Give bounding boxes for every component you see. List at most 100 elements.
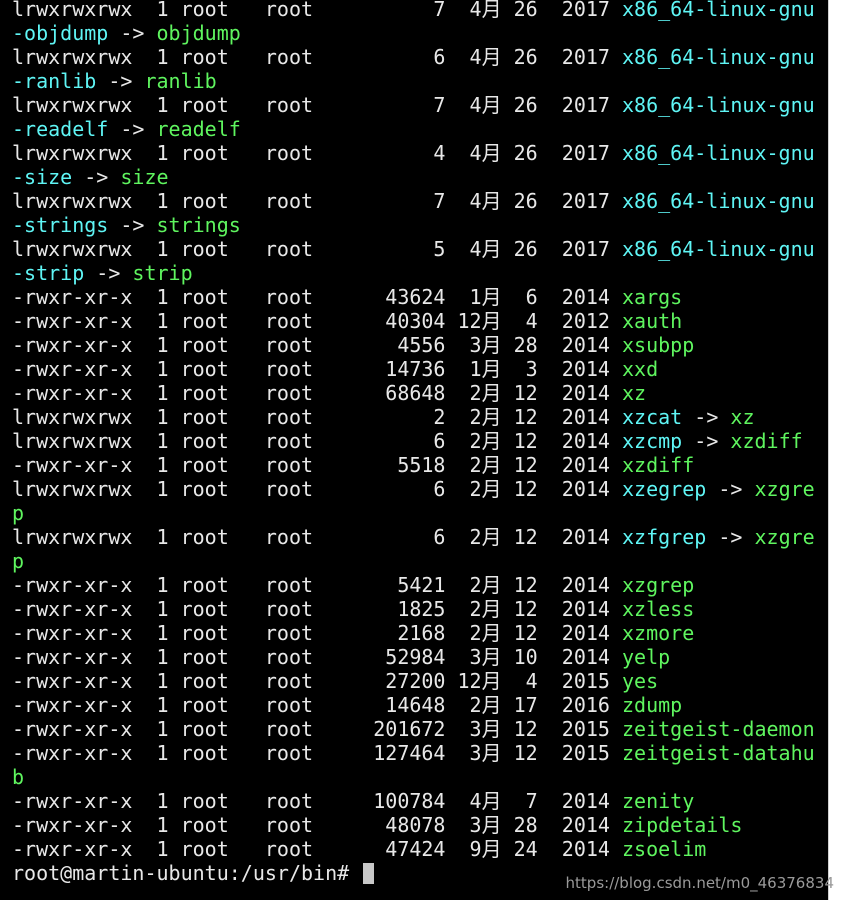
terminal-line: lrwxrwxrwx 1 root root 7 4月 26 2017 x86_… [12, 0, 815, 21]
line-segment: x86_64-linux-gnu [622, 0, 815, 21]
terminal-line: p [12, 549, 815, 573]
line-segment: lrwxrwxrwx 1 root root 4 4月 26 2017 [12, 141, 623, 165]
line-segment: strings [156, 213, 241, 237]
line-segment: -> [682, 429, 731, 453]
watermark: https://blog.csdn.net/m0_46376834 [565, 874, 834, 892]
line-segment: ranlib [144, 69, 217, 93]
line-segment: xxd [622, 357, 659, 381]
line-segment: strip [132, 261, 193, 285]
line-segment: zdump [622, 693, 683, 717]
terminal-line: -rwxr-xr-x 1 root root 40304 12月 4 2012 … [12, 309, 815, 333]
terminal-line: -rwxr-xr-x 1 root root 14648 2月 17 2016 … [12, 693, 815, 717]
terminal-line: lrwxrwxrwx 1 root root 7 4月 26 2017 x86_… [12, 93, 815, 117]
line-segment: -rwxr-xr-x 1 root root 1825 2月 12 2014 [12, 597, 623, 621]
line-segment: -> [108, 117, 157, 141]
terminal-line: -rwxr-xr-x 1 root root 14736 1月 3 2014 x… [12, 357, 815, 381]
terminal-line: -rwxr-xr-x 1 root root 48078 3月 28 2014 … [12, 813, 815, 837]
terminal-line: lrwxrwxrwx 1 root root 6 4月 26 2017 x86_… [12, 45, 815, 69]
terminal-line: lrwxrwxrwx 1 root root 4 4月 26 2017 x86_… [12, 141, 815, 165]
terminal-line: lrwxrwxrwx 1 root root 2 2月 12 2014 xzca… [12, 405, 815, 429]
line-segment: -rwxr-xr-x 1 root root 127464 3月 12 2015 [12, 741, 623, 765]
terminal-window[interactable]: lrwxrwxrwx 1 root root 7 4月 26 2017 x86_… [0, 0, 828, 900]
line-segment: xzgre [754, 477, 815, 501]
terminal-line: -rwxr-xr-x 1 root root 201672 3月 12 2015… [12, 717, 815, 741]
line-segment: xsubpp [622, 333, 695, 357]
line-segment: p [12, 501, 25, 525]
line-segment: -rwxr-xr-x 1 root root 100784 4月 7 2014 [12, 789, 623, 813]
line-segment: lrwxrwxrwx 1 root root 7 4月 26 2017 [12, 0, 623, 21]
line-segment: zeitgeist-datahu [622, 741, 815, 765]
line-segment: lrwxrwxrwx 1 root root 6 2月 12 2014 [12, 525, 623, 549]
terminal-line: lrwxrwxrwx 1 root root 7 4月 26 2017 x86_… [12, 189, 815, 213]
line-segment: objdump [156, 21, 241, 45]
terminal-line: lrwxrwxrwx 1 root root 6 2月 12 2014 xzfg… [12, 525, 815, 549]
terminal-line: -rwxr-xr-x 1 root root 2168 2月 12 2014 x… [12, 621, 815, 645]
line-segment: lrwxrwxrwx 1 root root 5 4月 26 2017 [12, 237, 623, 261]
line-segment: -rwxr-xr-x 1 root root 48078 3月 28 2014 [12, 813, 623, 837]
line-segment: xzgre [754, 525, 815, 549]
terminal-line: -rwxr-xr-x 1 root root 52984 3月 10 2014 … [12, 645, 815, 669]
line-segment: lrwxrwxrwx 1 root root 7 4月 26 2017 [12, 189, 623, 213]
terminal-line: b [12, 765, 815, 789]
terminal-line: -rwxr-xr-x 1 root root 5421 2月 12 2014 x… [12, 573, 815, 597]
terminal-line: lrwxrwxrwx 1 root root 6 2月 12 2014 xzeg… [12, 477, 815, 501]
terminal-line: -rwxr-xr-x 1 root root 1825 2月 12 2014 x… [12, 597, 815, 621]
line-segment: x86_64-linux-gnu [622, 237, 815, 261]
line-segment: zeitgeist-daemon [622, 717, 815, 741]
line-segment: xzdiff [622, 453, 695, 477]
terminal-line: -strings -> strings [12, 213, 815, 237]
text-cursor [363, 863, 375, 884]
line-segment: yes [622, 669, 659, 693]
terminal-line: -objdump -> objdump [12, 21, 815, 45]
terminal-line: -strip -> strip [12, 261, 815, 285]
terminal-line: -rwxr-xr-x 1 root root 127464 3月 12 2015… [12, 741, 815, 765]
line-segment: readelf [156, 117, 241, 141]
line-segment: -> [706, 525, 755, 549]
line-segment: zenity [622, 789, 695, 813]
line-segment: -rwxr-xr-x 1 root root 40304 12月 4 2012 [12, 309, 623, 333]
line-segment: -rwxr-xr-x 1 root root 14648 2月 17 2016 [12, 693, 623, 717]
line-segment: x86_64-linux-gnu [622, 45, 815, 69]
line-segment: p [12, 549, 25, 573]
line-segment: -> [706, 477, 755, 501]
line-segment: -rwxr-xr-x 1 root root 5518 2月 12 2014 [12, 453, 623, 477]
shell-prompt: root@martin-ubuntu:/usr/bin# [12, 861, 362, 885]
line-segment: x86_64-linux-gnu [622, 141, 815, 165]
terminal-line: -size -> size [12, 165, 815, 189]
line-segment: xargs [622, 285, 683, 309]
line-segment: -rwxr-xr-x 1 root root 47424 9月 24 2014 [12, 837, 623, 861]
terminal-line: -rwxr-xr-x 1 root root 27200 12月 4 2015 … [12, 669, 815, 693]
line-segment: -> [108, 21, 157, 45]
line-segment: yelp [622, 645, 671, 669]
line-segment: xzdiff [730, 429, 803, 453]
line-segment: -strip [12, 261, 85, 285]
line-segment: -rwxr-xr-x 1 root root 2168 2月 12 2014 [12, 621, 623, 645]
terminal-line: lrwxrwxrwx 1 root root 6 2月 12 2014 xzcm… [12, 429, 815, 453]
terminal-line: -rwxr-xr-x 1 root root 5518 2月 12 2014 x… [12, 453, 815, 477]
terminal-output: lrwxrwxrwx 1 root root 7 4月 26 2017 x86_… [12, 0, 815, 885]
line-segment: xauth [622, 309, 683, 333]
line-segment: lrwxrwxrwx 1 root root 2 2月 12 2014 [12, 405, 623, 429]
line-segment: x86_64-linux-gnu [622, 93, 815, 117]
line-segment: xzless [622, 597, 695, 621]
line-segment: -rwxr-xr-x 1 root root 201672 3月 12 2015 [12, 717, 623, 741]
line-segment: -rwxr-xr-x 1 root root 52984 3月 10 2014 [12, 645, 623, 669]
line-segment: x86_64-linux-gnu [622, 189, 815, 213]
line-segment: size [120, 165, 169, 189]
line-segment: -objdump [12, 21, 109, 45]
line-segment: -readelf [12, 117, 109, 141]
line-segment: xz [622, 381, 647, 405]
line-segment: -rwxr-xr-x 1 root root 14736 1月 3 2014 [12, 357, 623, 381]
terminal-line: -rwxr-xr-x 1 root root 68648 2月 12 2014 … [12, 381, 815, 405]
line-segment: lrwxrwxrwx 1 root root 6 4月 26 2017 [12, 45, 623, 69]
line-segment: lrwxrwxrwx 1 root root 6 2月 12 2014 [12, 429, 623, 453]
vertical-scrollbar[interactable] [828, 0, 848, 900]
line-segment: -> [682, 405, 731, 429]
terminal-line: -ranlib -> ranlib [12, 69, 815, 93]
line-segment: -rwxr-xr-x 1 root root 27200 12月 4 2015 [12, 669, 623, 693]
line-segment: -> [96, 69, 145, 93]
line-segment: xzfgrep [622, 525, 707, 549]
line-segment: xzmore [622, 621, 695, 645]
terminal-line: -rwxr-xr-x 1 root root 43624 1月 6 2014 x… [12, 285, 815, 309]
line-segment: xzcat [622, 405, 683, 429]
